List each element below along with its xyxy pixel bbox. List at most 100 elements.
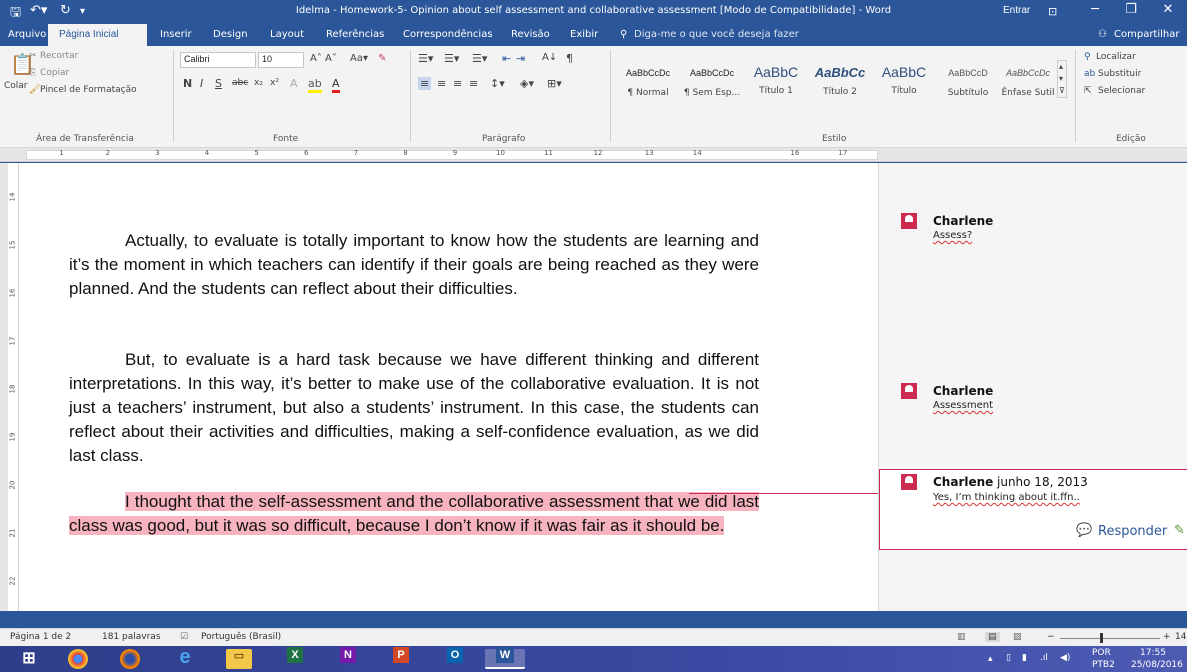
borders-icon[interactable]: ⊞▾ [547, 77, 562, 90]
style-subtitle[interactable]: AaBbCcD Subtítulo [936, 58, 1000, 100]
paste-button[interactable]: Colar [4, 81, 28, 91]
underline-button[interactable]: S [215, 77, 222, 90]
format-painter-icon[interactable]: 🖌 [29, 85, 40, 95]
style-no-spacing[interactable]: AaBbCcDc ¶ Sem Esp... [680, 58, 744, 100]
onenote-icon[interactable]: N [335, 647, 361, 669]
page-count[interactable]: Página 1 de 2 [10, 632, 71, 642]
maximize-button[interactable]: ❐ [1113, 2, 1149, 22]
change-case-icon[interactable]: Aa▾ [350, 53, 368, 64]
minimize-button[interactable]: ─ [1077, 2, 1113, 22]
tab-arquivo[interactable]: Arquivo [8, 29, 46, 40]
shading-icon[interactable]: ◈▾ [520, 77, 534, 90]
increase-indent-icon[interactable]: ⇥ [516, 52, 525, 65]
signal-icon[interactable]: .ıl [1040, 653, 1048, 663]
outlook-icon[interactable]: O [442, 647, 468, 669]
grow-font-icon[interactable]: A˄ A˅ [310, 53, 337, 64]
text-effects-icon[interactable]: A [290, 77, 298, 90]
tab-pagina-inicial[interactable]: Página Inicial [48, 24, 147, 46]
cut-button[interactable]: Recortar [40, 51, 78, 61]
highlight-color-icon[interactable]: ab [308, 77, 322, 93]
file-explorer-icon[interactable]: ▭ [226, 649, 252, 669]
replace-button[interactable]: Substituir [1098, 69, 1141, 79]
word-icon[interactable]: W [485, 647, 525, 669]
align-left-button[interactable]: ≡ [418, 77, 432, 90]
tab-correspondencias[interactable]: Correspondências [403, 29, 493, 40]
tell-me-icon[interactable]: ⚲ [620, 29, 627, 40]
tab-inserir[interactable]: Inserir [160, 29, 192, 40]
input-language[interactable]: POR [1092, 648, 1111, 658]
resolve-icon[interactable]: ✎ [1174, 522, 1185, 538]
superscript-button[interactable]: x² [270, 78, 279, 88]
horizontal-ruler[interactable]: 1 2 3 4 5 6 7 8 9 10 11 12 13 14 16 17 [0, 148, 1187, 162]
web-layout-icon[interactable]: ▨ [1013, 632, 1022, 642]
find-icon[interactable]: ⚲ [1084, 52, 1091, 62]
ribbon-display-options-icon[interactable]: ⊡ [1048, 5, 1057, 18]
tell-me-input[interactable]: Diga-me o que você deseja fazer [634, 29, 799, 40]
bullets-icon[interactable]: ☰▾ [418, 52, 433, 65]
tray-arrow-icon[interactable]: ▴ [988, 654, 993, 664]
align-right-button[interactable]: ≡ [453, 77, 462, 90]
sign-in-link[interactable]: Entrar [1003, 5, 1030, 16]
styles-scroll-icon[interactable]: ▴ ▾ ⊽ [1057, 60, 1067, 98]
input-language-2[interactable]: PTB2 [1092, 660, 1115, 670]
active-comment-card[interactable]: Charlene junho 18, 2013 Yes, I’m thinkin… [879, 469, 1187, 550]
commented-paragraph[interactable]: I thought that the self-assessment and t… [69, 490, 759, 538]
justify-button[interactable]: ≡ [469, 77, 478, 90]
numbering-icon[interactable]: ☰▾ [444, 52, 459, 65]
strikethrough-button[interactable]: abc [232, 78, 248, 88]
tab-referencias[interactable]: Referências [326, 29, 384, 40]
format-painter-button[interactable]: Pincel de Formatação [40, 85, 137, 95]
reply-button[interactable]: Responder [1098, 524, 1167, 539]
copy-icon[interactable]: ⎘ [29, 68, 36, 78]
tab-layout[interactable]: Layout [270, 29, 304, 40]
powerpoint-icon[interactable]: P [388, 647, 414, 669]
zoom-out-button[interactable]: − [1047, 632, 1055, 642]
chrome-icon[interactable] [68, 649, 88, 669]
zoom-slider[interactable] [1060, 638, 1160, 639]
start-button[interactable]: ⊞ [16, 648, 42, 668]
font-size-combo[interactable]: 10 [258, 52, 304, 68]
print-layout-icon[interactable]: ▤ [985, 632, 1000, 642]
clock-date[interactable]: 25/08/2016 [1131, 660, 1183, 670]
reply-icon[interactable]: 💬 [1076, 522, 1092, 538]
line-spacing-icon[interactable]: ↕▾ [490, 77, 505, 90]
word-count[interactable]: 181 palavras [102, 632, 161, 642]
align-center-button[interactable]: ≡ [437, 77, 446, 90]
tab-revisao[interactable]: Revisão [511, 29, 550, 40]
bold-button[interactable]: N [183, 77, 192, 90]
style-subtle-emphasis[interactable]: AaBbCcDc Ênfase Sutil [996, 58, 1060, 100]
read-mode-icon[interactable]: ▥ [957, 632, 966, 642]
pilcrow-icon[interactable]: ¶ [566, 52, 573, 65]
zoom-slider-thumb[interactable] [1100, 633, 1103, 643]
style-heading-1[interactable]: AaBbC Título 1 [744, 58, 808, 100]
style-normal[interactable]: AaBbCcDc ¶ Normal [616, 58, 680, 100]
zoom-level[interactable]: 140% [1175, 632, 1187, 642]
internet-explorer-icon[interactable]: e [172, 646, 198, 668]
find-button[interactable]: Localizar [1096, 52, 1136, 62]
proofing-icon[interactable]: ☑ [180, 632, 188, 642]
clock-time[interactable]: 17:55 [1140, 648, 1166, 658]
select-button[interactable]: Selecionar [1098, 86, 1145, 96]
volume-icon[interactable]: ◀) [1060, 653, 1070, 663]
subscript-button[interactable]: x₂ [254, 78, 263, 88]
sort-icon[interactable]: A↓ [542, 52, 557, 63]
font-color-icon[interactable]: A [332, 77, 340, 93]
replace-icon[interactable]: ab [1084, 69, 1095, 79]
paragraph[interactable]: Actually, to evaluate is totally importa… [69, 229, 759, 301]
italic-button[interactable]: I [200, 77, 203, 90]
font-name-combo[interactable]: Calibri [180, 52, 256, 68]
language-status[interactable]: Português (Brasil) [201, 632, 281, 642]
comment[interactable]: Charlene Assessment [901, 383, 1181, 415]
cut-icon[interactable]: ✂ [29, 51, 37, 61]
multilevel-list-icon[interactable]: ☰▾ [472, 52, 487, 65]
share-icon[interactable]: ⚇ [1098, 29, 1107, 40]
select-icon[interactable]: ⇱ [1084, 86, 1092, 96]
network-icon[interactable]: ▯ [1006, 653, 1011, 663]
clear-formatting-icon[interactable]: ✎ [378, 53, 386, 64]
document-page[interactable]: Actually, to evaluate is totally importa… [19, 163, 878, 611]
close-button[interactable]: ✕ [1150, 2, 1186, 22]
share-button[interactable]: Compartilhar [1114, 29, 1179, 40]
comment[interactable]: Charlene Assess? [901, 213, 1181, 245]
style-title[interactable]: AaBbC Título [872, 58, 936, 100]
firefox-icon[interactable] [120, 649, 140, 669]
